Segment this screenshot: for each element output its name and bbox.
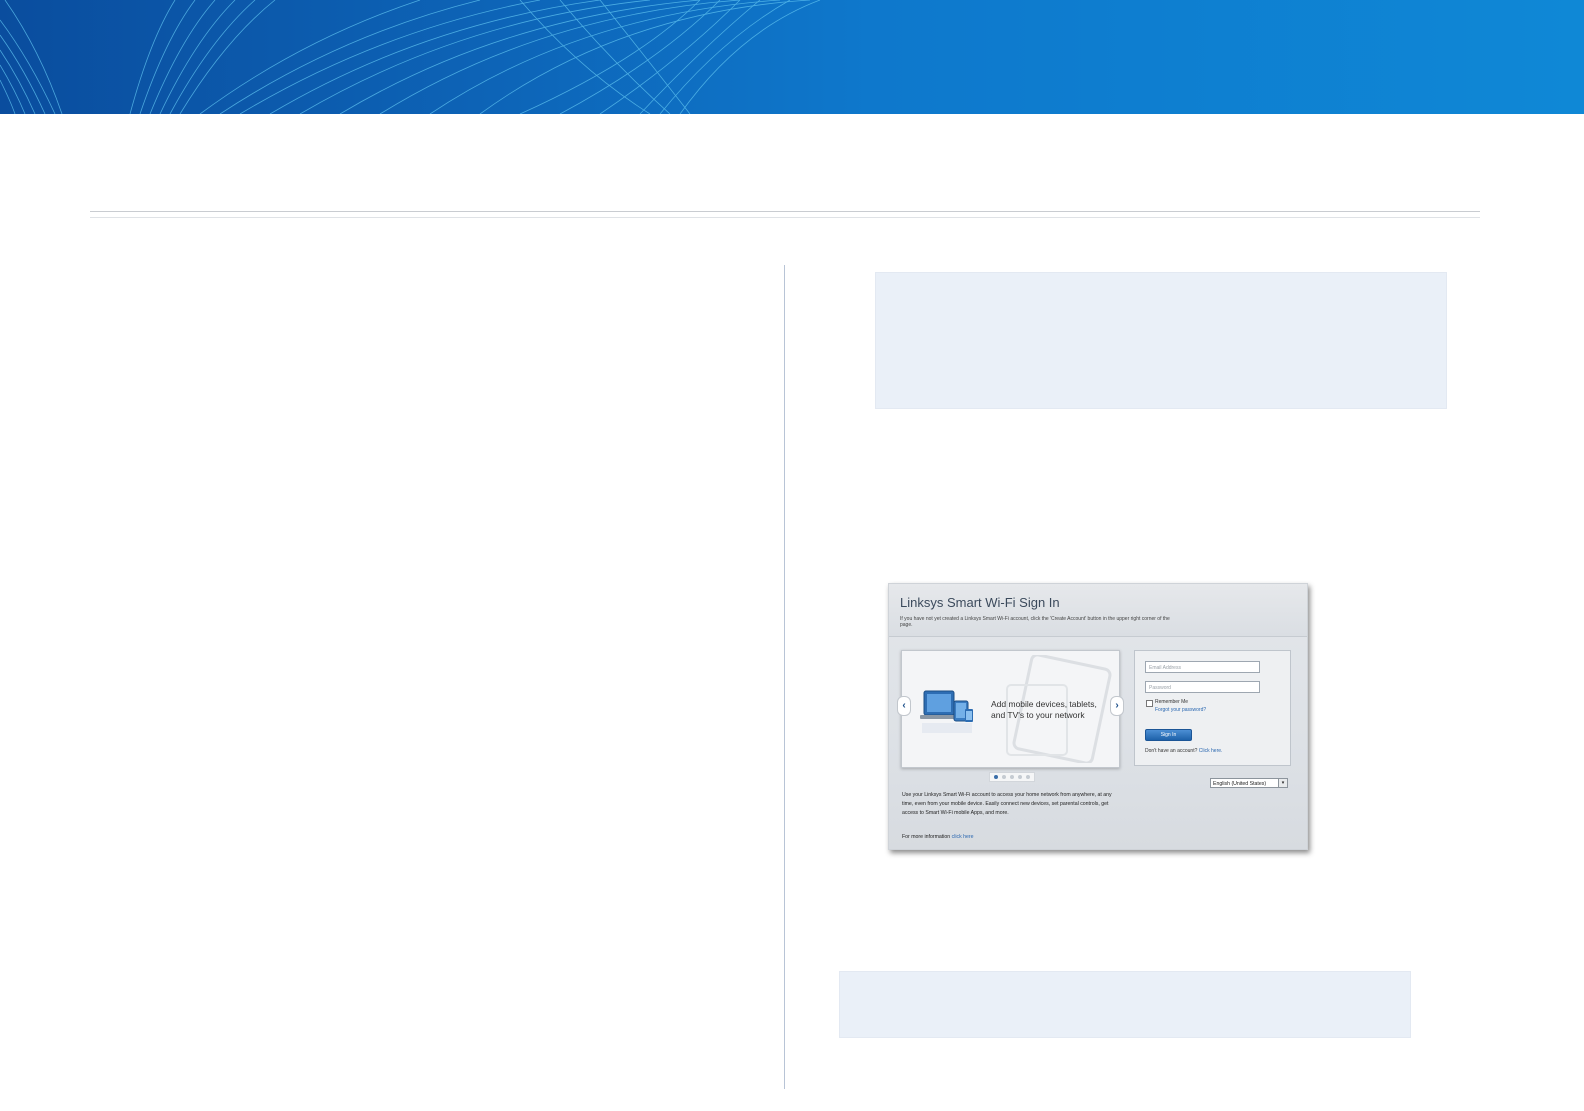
no-account-label: Don't have an account? bbox=[1145, 748, 1198, 754]
header-rule bbox=[90, 211, 1480, 212]
column-divider bbox=[784, 265, 785, 1089]
remember-me-label: Remember Me bbox=[1155, 699, 1189, 705]
no-account-line: Don't have an account? Click here. bbox=[1145, 748, 1222, 754]
remember-me-checkbox[interactable] bbox=[1146, 700, 1153, 707]
header-rule-secondary bbox=[90, 217, 1480, 218]
chevron-left-icon: ‹ bbox=[902, 700, 906, 711]
signin-subtitle: If you have not yet created a Linksys Sm… bbox=[900, 616, 1170, 628]
create-account-link[interactable]: Click here. bbox=[1199, 748, 1223, 754]
chevron-right-icon: › bbox=[1115, 700, 1119, 711]
note-box-bottom bbox=[839, 971, 1411, 1038]
carousel-next-button[interactable]: › bbox=[1110, 696, 1124, 716]
more-info-label: For more information bbox=[902, 834, 951, 840]
carousel-dot[interactable] bbox=[1002, 775, 1006, 779]
feature-carousel: Add mobile devices, tablets, and TV's to… bbox=[901, 650, 1120, 768]
signin-title: Linksys Smart Wi-Fi Sign In bbox=[900, 595, 1060, 610]
note-box-top bbox=[875, 272, 1447, 409]
login-form: Email Address Password Remember Me Forgo… bbox=[1134, 650, 1291, 766]
email-field[interactable]: Email Address bbox=[1145, 661, 1260, 673]
sign-in-button[interactable]: Sign In bbox=[1145, 729, 1192, 741]
password-field[interactable]: Password bbox=[1145, 681, 1260, 693]
carousel-dots bbox=[989, 772, 1035, 782]
forgot-password-link[interactable]: Forgot your password? bbox=[1155, 707, 1206, 713]
more-info-line: For more information click here bbox=[902, 834, 974, 840]
header-banner bbox=[0, 0, 1584, 114]
carousel-dot[interactable] bbox=[1018, 775, 1022, 779]
carousel-dot[interactable] bbox=[994, 775, 998, 779]
signin-description: Use your Linksys Smart Wi-Fi account to … bbox=[902, 792, 1112, 816]
carousel-dot[interactable] bbox=[1026, 775, 1030, 779]
language-select-value: English (United States) bbox=[1213, 781, 1267, 787]
more-info-link[interactable]: click here bbox=[952, 834, 974, 840]
chevron-down-icon: ▾ bbox=[1278, 779, 1287, 787]
carousel-dot[interactable] bbox=[1010, 775, 1014, 779]
carousel-caption: Add mobile devices, tablets, and TV's to… bbox=[991, 699, 1097, 720]
devices-icon bbox=[920, 690, 973, 733]
wave-lines-graphic bbox=[0, 0, 821, 114]
signin-header: Linksys Smart Wi-Fi Sign In If you have … bbox=[889, 584, 1307, 637]
carousel-prev-button[interactable]: ‹ bbox=[897, 696, 911, 716]
signin-screenshot: Linksys Smart Wi-Fi Sign In If you have … bbox=[888, 583, 1308, 850]
language-select[interactable]: English (United States) ▾ bbox=[1210, 778, 1288, 788]
